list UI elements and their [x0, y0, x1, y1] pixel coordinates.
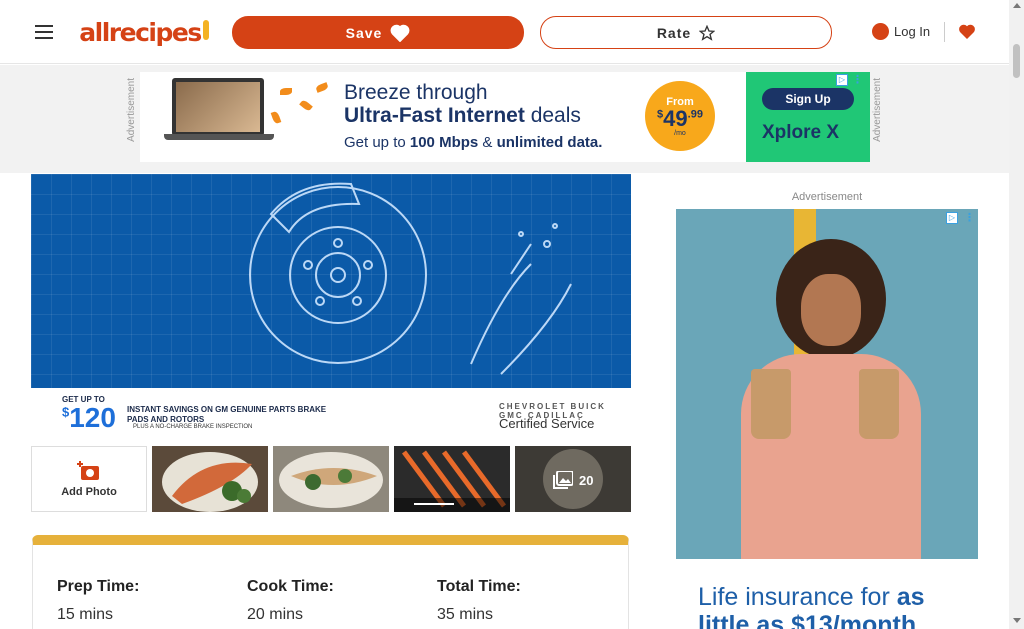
cook-time: Cook Time: 20 mins — [247, 578, 334, 624]
side-ad-headline: Life insurance for as little as $13/mont… — [698, 583, 968, 629]
recipe-details-card: Prep Time: 15 mins Cook Time: 20 mins To… — [32, 535, 629, 629]
price-badge: From $49.99 /mo — [645, 81, 715, 151]
offer-fine-print: PLUS A NO-CHARGE BRAKE INSPECTION — [133, 424, 253, 430]
side-ad[interactable]: ▷ ⋮ Life insurance for as little as $13/… — [676, 209, 978, 629]
cook-time-value: 20 mins — [247, 606, 304, 623]
price-unit: /mo — [674, 129, 686, 137]
page-scrollbar[interactable] — [1009, 0, 1024, 629]
site-logo[interactable]: allrecipes — [78, 14, 210, 50]
header-divider — [944, 22, 945, 42]
ad-options-icon[interactable]: ⋮ — [964, 211, 975, 224]
total-time: Total Time: 35 mins — [437, 578, 521, 624]
price-main: 49 — [663, 105, 688, 131]
add-photo-button[interactable]: Add Photo — [31, 446, 147, 512]
heart-icon — [959, 24, 975, 39]
save-button-wrapper: Save — [230, 12, 526, 52]
ad-side-label-right: Advertisement — [872, 78, 883, 142]
xplore-logo: Xplore X — [762, 122, 839, 144]
cook-time-label: Cook Time: — [247, 578, 334, 595]
photo-strip: Add Photo 20 — [31, 446, 631, 512]
video-thumbnail[interactable] — [394, 446, 510, 512]
prep-time: Prep Time: 15 mins — [57, 578, 139, 624]
saved-recipes-button[interactable] — [955, 18, 979, 45]
photo-thumbnail[interactable] — [152, 446, 268, 512]
rate-label: Rate — [656, 24, 692, 41]
add-camera-icon — [77, 461, 99, 480]
offer-description: INSTANT SAVINGS ON GM GENUINE PARTS BRAK… — [127, 405, 327, 424]
prep-time-label: Prep Time: — [57, 578, 140, 595]
leaf-decoration — [280, 88, 292, 95]
hamburger-icon — [35, 24, 53, 27]
offer-amount: $120 — [62, 402, 116, 434]
offer-number: 120 — [69, 402, 116, 433]
login-button[interactable]: Log In — [867, 18, 934, 45]
adchoices-icon[interactable]: ▷ — [946, 212, 958, 224]
logo-text: allrecipes — [79, 17, 202, 47]
brake-rotor-icon — [249, 182, 572, 375]
logo-spoon-icon — [202, 20, 209, 40]
side-ad-copy-panel: Life insurance for as little as $13/mont… — [676, 559, 978, 629]
side-ad-text-pre: Life insurance for — [698, 583, 897, 611]
xplore-brand: Xplore — [762, 122, 822, 143]
site-header: allrecipes Save Rate Log In — [0, 0, 1009, 64]
side-ad-label: Advertisement — [791, 191, 863, 203]
price-cents: .99 — [687, 108, 703, 121]
user-avatar-icon — [872, 23, 889, 40]
brake-blueprint-image — [31, 174, 631, 388]
heart-outline-icon — [390, 24, 410, 42]
photo-thumbnail[interactable] — [273, 446, 389, 512]
leaf-decoration — [315, 82, 329, 93]
total-time-label: Total Time: — [437, 578, 521, 595]
total-time-value: 35 mins — [437, 606, 494, 623]
signup-button[interactable]: Sign Up — [762, 88, 854, 110]
menu-button[interactable] — [30, 18, 58, 45]
login-label: Log In — [894, 24, 931, 39]
hero-offer-strip: GET UP TO $120 INSTANT SAVINGS ON GM GEN… — [31, 388, 631, 440]
rate-button[interactable]: Rate — [540, 16, 832, 49]
scrollbar-thumb[interactable] — [1013, 44, 1020, 78]
hero-video-ad[interactable]: GET UP TO $120 INSTANT SAVINGS ON GM GEN… — [31, 102, 631, 440]
scroll-down-arrow-icon[interactable] — [1013, 618, 1021, 623]
xplore-mark: X — [826, 122, 840, 143]
fish-dish-photo — [162, 452, 258, 512]
ad-model-image — [731, 219, 931, 584]
rate-button-wrapper: Rate — [538, 12, 834, 52]
hamburger-icon-bar — [35, 30, 53, 33]
scroll-up-arrow-icon[interactable] — [1013, 3, 1021, 8]
gallery-count: 20 — [553, 469, 593, 491]
gallery-count-value: 20 — [579, 472, 594, 488]
ad-options-icon[interactable]: ⋮ — [852, 73, 863, 86]
star-outline-icon — [699, 24, 716, 41]
adchoices-icon[interactable]: ▷ — [836, 74, 848, 86]
photo-library-icon — [553, 471, 573, 489]
price-amount: $49.99 — [657, 105, 703, 131]
add-photo-label: Add Photo — [61, 486, 117, 498]
grill-video-frame — [394, 446, 510, 512]
gallery-thumbnail[interactable]: 20 — [515, 446, 631, 512]
fish-dish-photo — [273, 446, 389, 512]
prep-time-value: 15 mins — [57, 606, 114, 623]
certified-service-logo: Certified Service — [499, 416, 595, 431]
save-label: Save — [345, 24, 383, 41]
hamburger-icon-bar — [35, 36, 53, 39]
save-button[interactable]: Save — [232, 16, 524, 49]
page: allrecipes Save Rate Log In Advertisemen… — [0, 0, 1024, 629]
